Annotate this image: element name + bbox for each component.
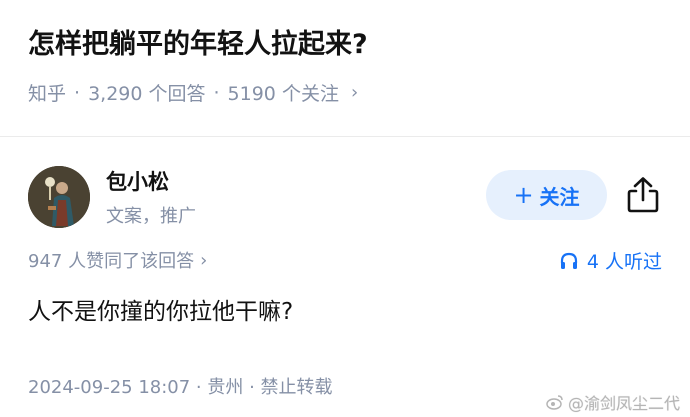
answer-page: 怎样把躺平的年轻人拉起来? 知乎 · 3,290 个回答 · 5190 个关注 … (0, 0, 690, 417)
follow-button[interactable]: + 关注 (486, 170, 607, 220)
answer-body[interactable]: 人不是你撞的你拉他干嘛? (28, 292, 293, 326)
divider (0, 136, 690, 137)
avatar[interactable] (28, 166, 90, 228)
followers-count: 5190 个关注 (227, 83, 339, 105)
answer-footer-meta: 2024-09-25 18:07 · 贵州 · 禁止转载 (28, 377, 333, 398)
plus-icon: + (513, 181, 534, 209)
chevron-right-icon: › (350, 82, 359, 103)
question-title[interactable]: 怎样把躺平的年轻人拉起来? (28, 22, 368, 61)
meta-separator: · (74, 81, 81, 104)
question-meta[interactable]: 知乎 · 3,290 个回答 · 5190 个关注 › (28, 79, 358, 106)
follow-label: 关注 (539, 184, 580, 209)
author-bio: 文案，推广 (106, 206, 196, 227)
listen-button[interactable]: 4 人听过 (559, 247, 662, 274)
weibo-icon (546, 395, 563, 410)
share-icon (627, 177, 659, 213)
votes-link[interactable]: 947 人赞同了该回答 › (28, 247, 207, 273)
share-button[interactable] (626, 176, 660, 214)
headphones-icon (560, 252, 577, 269)
author-name[interactable]: 包小松 (106, 166, 169, 196)
listened-text: 4 人听过 (586, 251, 662, 273)
meta-separator: · (213, 81, 220, 104)
avatar-figure-image (28, 166, 90, 228)
votes-text: 947 人赞同了该回答 (28, 251, 195, 272)
source-label: 知乎 (28, 83, 67, 105)
watermark-text: @渝剑凤尘二代 (567, 394, 680, 413)
answers-count: 3,290 个回答 (88, 83, 206, 105)
chevron-right-icon: › (200, 249, 208, 271)
weibo-watermark: @渝剑凤尘二代 (546, 390, 680, 414)
